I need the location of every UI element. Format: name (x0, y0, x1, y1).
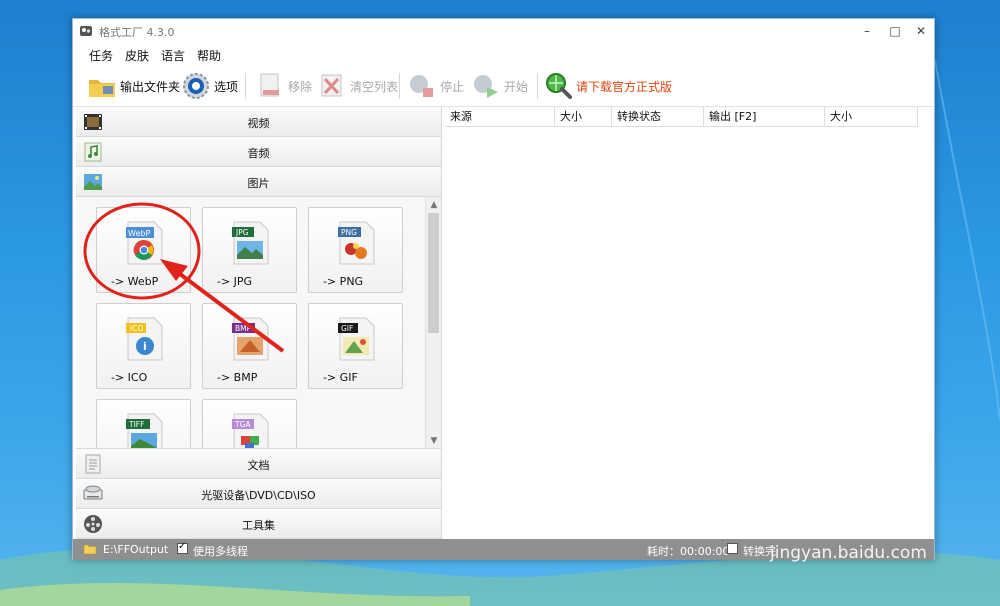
folder-icon (83, 544, 97, 555)
svg-text:ICO: ICO (130, 324, 143, 333)
webp-chrome-icon: WebP (126, 221, 163, 265)
app-window: 格式工厂 4.3.0 – □ ✕ 任务 皮肤 语言 帮助 输出文件夹 选项 移除… (72, 18, 935, 560)
format-grid: WebP -> WebP JPG -> JPG PNG -> PNG ICO i… (76, 197, 441, 449)
tga-file-icon: TGA (232, 413, 269, 448)
baidu-watermark: Bai 经验 jingyan.baidu.com (770, 497, 927, 563)
tile-ico[interactable]: ICO i -> ICO (96, 303, 191, 389)
close-button[interactable]: ✕ (911, 22, 931, 40)
output-path[interactable]: E:\FFOutput (103, 543, 168, 556)
tile-png[interactable]: PNG -> PNG (308, 207, 403, 293)
elapsed-time: 耗时：00:00:00 (647, 545, 730, 558)
app-logo-icon (80, 26, 92, 36)
minimize-button[interactable]: – (857, 22, 877, 40)
clear-list-button[interactable]: 清空列表 (317, 70, 398, 102)
scroll-thumb[interactable] (428, 213, 439, 333)
folder-icon (89, 80, 115, 97)
svg-text:BMP: BMP (235, 324, 252, 333)
watermark-url: jingyan.baidu.com (770, 543, 927, 563)
magnifier-globe-icon (546, 73, 572, 99)
tile-tga[interactable]: TGA (202, 399, 297, 448)
grid-scrollbar[interactable]: ▲ ▼ (425, 197, 441, 448)
output-folder-button[interactable]: 输出文件夹 (87, 70, 180, 102)
toolbar-separator (537, 73, 538, 99)
clear-icon (321, 74, 342, 97)
svg-text:WebP: WebP (128, 229, 150, 238)
svg-text:TGA: TGA (234, 420, 251, 429)
tile-gif[interactable]: GIF -> GIF (308, 303, 403, 389)
menu-help[interactable]: 帮助 (197, 47, 221, 64)
category-optical[interactable]: 光驱设备\DVD\CD\ISO (76, 479, 441, 509)
svg-text:JPG: JPG (235, 228, 249, 237)
tile-jpg[interactable]: JPG -> JPG (202, 207, 297, 293)
png-file-icon: PNG (338, 221, 375, 265)
column-output-size[interactable]: 大小 (825, 107, 918, 127)
multithread-label: 使用多线程 (193, 545, 248, 558)
menu-skin[interactable]: 皮肤 (125, 47, 149, 64)
toolbar: 输出文件夹 选项 移除 清空列表 停止 开始 请下载官方正式版 (73, 65, 934, 107)
tile-webp[interactable]: WebP -> WebP (96, 207, 191, 293)
menu-task[interactable]: 任务 (89, 47, 113, 64)
start-icon (474, 75, 498, 98)
category-panel: 视频 音频 图片 WebP -> WebP JPG -> JPG PNG -> … (76, 107, 442, 539)
start-button[interactable]: 开始 (471, 70, 528, 102)
category-tools[interactable]: 工具集 (76, 509, 441, 539)
task-list[interactable]: 来源 大小 转换状态 输出 [F2] 大小 (445, 107, 934, 539)
stop-icon (410, 75, 433, 97)
title-bar: 格式工厂 4.3.0 – □ ✕ (73, 19, 934, 43)
column-size[interactable]: 大小 (555, 107, 612, 127)
svg-text:i: i (143, 340, 147, 353)
window-title: 格式工厂 4.3.0 (99, 26, 175, 39)
bmp-file-icon: BMP (232, 317, 269, 361)
scroll-down-arrow[interactable]: ▼ (427, 434, 441, 448)
category-document[interactable]: 文档 (76, 449, 441, 479)
svg-text:GIF: GIF (341, 324, 353, 333)
scroll-up-arrow[interactable]: ▲ (427, 198, 441, 212)
ico-file-icon: ICO i (126, 317, 163, 361)
category-video[interactable]: 视频 (76, 107, 441, 137)
column-source[interactable]: 来源 (445, 107, 555, 127)
stop-button[interactable]: 停止 (407, 70, 464, 102)
download-official-link[interactable]: 请下载官方正式版 (543, 70, 672, 102)
gif-file-icon: GIF (338, 317, 375, 361)
maximize-button[interactable]: □ (885, 22, 905, 40)
svg-text:TIFF: TIFF (128, 420, 144, 429)
column-output[interactable]: 输出 [F2] (704, 107, 825, 127)
column-status[interactable]: 转换状态 (612, 107, 704, 127)
jpg-file-icon: JPG (232, 221, 269, 265)
gear-icon (183, 73, 209, 99)
watermark-logo: Bai 经验 (770, 505, 900, 540)
tiff-file-icon: TIFF (126, 413, 163, 448)
options-button[interactable]: 选项 (181, 70, 238, 102)
tile-tiff[interactable]: TIFF (96, 399, 191, 448)
multithread-checkbox[interactable] (177, 541, 188, 554)
remove-button[interactable]: 移除 (255, 70, 312, 102)
category-audio[interactable]: 音频 (76, 137, 441, 167)
after-convert-checkbox[interactable] (727, 543, 738, 554)
svg-text:PNG: PNG (341, 228, 357, 237)
menu-language[interactable]: 语言 (161, 47, 185, 64)
menu-bar: 任务 皮肤 语言 帮助 (73, 43, 934, 65)
category-image[interactable]: 图片 (76, 167, 441, 197)
toolbar-separator (245, 73, 246, 99)
toolbar-separator (399, 73, 400, 99)
remove-icon (260, 73, 279, 97)
tile-bmp[interactable]: BMP -> BMP (202, 303, 297, 389)
